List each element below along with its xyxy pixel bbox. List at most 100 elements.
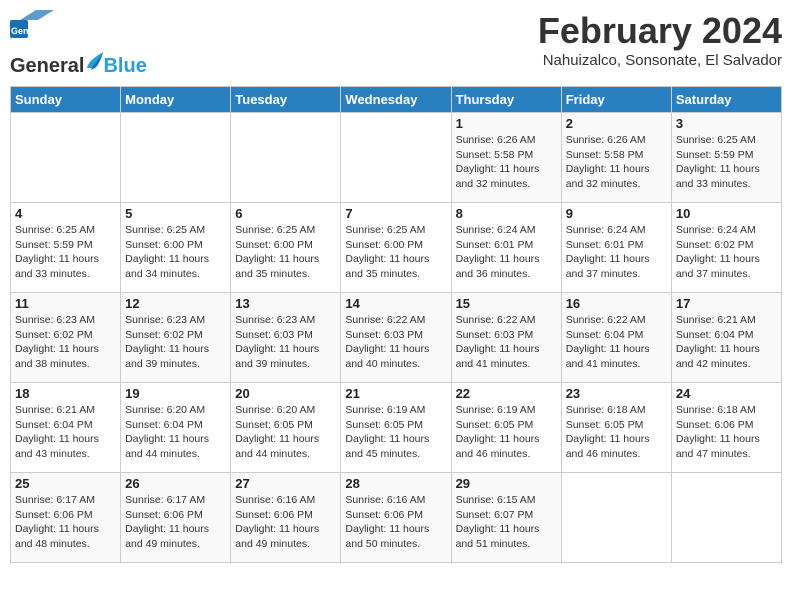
day-number: 7: [345, 206, 446, 221]
weekday-header-tuesday: Tuesday: [231, 87, 341, 113]
calendar-cell: [671, 473, 781, 563]
day-info: Sunrise: 6:19 AM Sunset: 6:05 PM Dayligh…: [456, 403, 557, 462]
calendar-cell: 8Sunrise: 6:24 AM Sunset: 6:01 PM Daylig…: [451, 203, 561, 293]
weekday-header-thursday: Thursday: [451, 87, 561, 113]
day-info: Sunrise: 6:24 AM Sunset: 6:02 PM Dayligh…: [676, 223, 777, 282]
calendar-cell: 11Sunrise: 6:23 AM Sunset: 6:02 PM Dayli…: [11, 293, 121, 383]
day-number: 12: [125, 296, 226, 311]
logo-bird-icon: [85, 50, 103, 72]
calendar-cell: 5Sunrise: 6:25 AM Sunset: 6:00 PM Daylig…: [121, 203, 231, 293]
calendar-cell: 9 Sunrise: 6:24 AM Sunset: 6:01 PM Daylig…: [561, 203, 671, 293]
calendar-cell: 15 Sunrise: 6:22 AM Sunset: 6:03 PM Dayli…: [451, 293, 561, 383]
day-number: 25: [15, 476, 116, 491]
week-row-4: 18 Sunrise: 6:21 AM Sunset: 6:04 PM Dayli…: [11, 383, 782, 473]
week-row-5: 25 Sunrise: 6:17 AM Sunset: 6:06 PM Dayli…: [11, 473, 782, 563]
day-number: 27: [235, 476, 336, 491]
calendar-cell: 7 Sunrise: 6:25 AM Sunset: 6:00 PM Daylig…: [341, 203, 451, 293]
day-number: 5: [125, 206, 226, 221]
day-number: 20: [235, 386, 336, 401]
location: Nahuizalco, Sonsonate, El Salvador: [538, 52, 782, 69]
calendar-cell: 25Sunrise: 6:17 AM Sunset: 6:06 PM Dayli…: [11, 473, 121, 563]
week-row-1: 1Sunrise: 6:26 AM Sunset: 5:58 PM Daylig…: [11, 113, 782, 203]
day-number: 22: [456, 386, 557, 401]
calendar-cell: 14 Sunrise: 6:22 AM Sunset: 6:03 PM Dayli…: [341, 293, 451, 383]
week-row-3: 11 Sunrise: 6:23 AM Sunset: 6:02 PM Dayli…: [11, 293, 782, 383]
calendar-cell: 16Sunrise: 6:22 AM Sunset: 6:04 PM Dayli…: [561, 293, 671, 383]
day-number: 24: [676, 386, 777, 401]
calendar-cell: [561, 473, 671, 563]
day-number: 29: [456, 476, 557, 491]
calendar-cell: [341, 113, 451, 203]
calendar-cell: 4 Sunrise: 6:25 AM Sunset: 5:59 PM Daylig…: [11, 203, 121, 293]
day-number: 14: [345, 296, 446, 311]
calendar-cell: 10 Sunrise: 6:24 AM Sunset: 6:02 PM Dayli…: [671, 203, 781, 293]
calendar-cell: 18 Sunrise: 6:21 AM Sunset: 6:04 PM Dayli…: [11, 383, 121, 473]
calendar-cell: 6Sunrise: 6:25 AM Sunset: 6:00 PM Daylig…: [231, 203, 341, 293]
page-header: General General Blue February 2024 Nahui…: [10, 10, 782, 78]
calendar-cell: 1Sunrise: 6:26 AM Sunset: 5:58 PM Daylig…: [451, 113, 561, 203]
day-info: Sunrise: 6:16 AM Sunset: 6:06 PM Dayligh…: [345, 493, 446, 552]
day-number: 13: [235, 296, 336, 311]
calendar-cell: 13 Sunrise: 6:23 AM Sunset: 6:03 PM Dayli…: [231, 293, 341, 383]
day-number: 18: [15, 386, 116, 401]
calendar-cell: 17 Sunrise: 6:21 AM Sunset: 6:04 PM Dayli…: [671, 293, 781, 383]
day-number: 28: [345, 476, 446, 491]
day-info: Sunrise: 6:21 AM Sunset: 6:04 PM Dayligh…: [676, 313, 777, 372]
day-info: Sunrise: 6:25 AM Sunset: 6:00 PM Dayligh…: [235, 223, 336, 282]
weekday-header-sunday: Sunday: [11, 87, 121, 113]
day-info: Sunrise: 6:24 AM Sunset: 6:01 PM Dayligh…: [566, 223, 667, 282]
day-number: 11: [15, 296, 116, 311]
calendar-cell: 29 Sunrise: 6:15 AM Sunset: 6:07 PM Dayli…: [451, 473, 561, 563]
weekday-header-monday: Monday: [121, 87, 231, 113]
calendar-table: SundayMondayTuesdayWednesdayThursdayFrid…: [10, 86, 782, 563]
logo-general: General: [10, 55, 84, 78]
day-number: 21: [345, 386, 446, 401]
logo: General General Blue: [10, 10, 147, 78]
day-info: Sunrise: 6:25 AM Sunset: 6:00 PM Dayligh…: [345, 223, 446, 282]
day-info: Sunrise: 6:17 AM Sunset: 6:06 PM Dayligh…: [125, 493, 226, 552]
day-info: Sunrise: 6:20 AM Sunset: 6:04 PM Dayligh…: [125, 403, 226, 462]
day-number: 4: [15, 206, 116, 221]
day-info: Sunrise: 6:23 AM Sunset: 6:03 PM Dayligh…: [235, 313, 336, 372]
calendar-cell: 26 Sunrise: 6:17 AM Sunset: 6:06 PM Dayli…: [121, 473, 231, 563]
day-number: 23: [566, 386, 667, 401]
day-info: Sunrise: 6:22 AM Sunset: 6:03 PM Dayligh…: [456, 313, 557, 372]
day-info: Sunrise: 6:19 AM Sunset: 6:05 PM Dayligh…: [345, 403, 446, 462]
calendar-cell: 3Sunrise: 6:25 AM Sunset: 5:59 PM Daylig…: [671, 113, 781, 203]
day-number: 10: [676, 206, 777, 221]
day-number: 19: [125, 386, 226, 401]
svg-text:General: General: [11, 26, 45, 36]
day-info: Sunrise: 6:26 AM Sunset: 5:58 PM Dayligh…: [456, 133, 557, 192]
day-info: Sunrise: 6:21 AM Sunset: 6:04 PM Dayligh…: [15, 403, 116, 462]
calendar-cell: [121, 113, 231, 203]
day-info: Sunrise: 6:16 AM Sunset: 6:06 PM Dayligh…: [235, 493, 336, 552]
day-info: Sunrise: 6:23 AM Sunset: 6:02 PM Dayligh…: [125, 313, 226, 372]
logo-blue: Blue: [103, 55, 146, 78]
day-info: Sunrise: 6:24 AM Sunset: 6:01 PM Dayligh…: [456, 223, 557, 282]
calendar-cell: 23 Sunrise: 6:18 AM Sunset: 6:05 PM Dayli…: [561, 383, 671, 473]
day-number: 17: [676, 296, 777, 311]
calendar-cell: 24 Sunrise: 6:18 AM Sunset: 6:06 PM Dayli…: [671, 383, 781, 473]
logo-icon: General: [10, 10, 54, 50]
day-info: Sunrise: 6:15 AM Sunset: 6:07 PM Dayligh…: [456, 493, 557, 552]
calendar-cell: [11, 113, 121, 203]
weekday-header-saturday: Saturday: [671, 87, 781, 113]
day-number: 15: [456, 296, 557, 311]
day-info: Sunrise: 6:18 AM Sunset: 6:06 PM Dayligh…: [676, 403, 777, 462]
week-row-2: 4 Sunrise: 6:25 AM Sunset: 5:59 PM Daylig…: [11, 203, 782, 293]
day-info: Sunrise: 6:22 AM Sunset: 6:03 PM Dayligh…: [345, 313, 446, 372]
day-number: 26: [125, 476, 226, 491]
day-number: 3: [676, 116, 777, 131]
day-number: 2: [566, 116, 667, 131]
calendar-cell: 12 Sunrise: 6:23 AM Sunset: 6:02 PM Dayli…: [121, 293, 231, 383]
month-title: February 2024: [538, 10, 782, 52]
day-number: 9: [566, 206, 667, 221]
day-info: Sunrise: 6:25 AM Sunset: 5:59 PM Dayligh…: [15, 223, 116, 282]
weekday-header-wednesday: Wednesday: [341, 87, 451, 113]
calendar-cell: [231, 113, 341, 203]
calendar-cell: 20Sunrise: 6:20 AM Sunset: 6:05 PM Dayli…: [231, 383, 341, 473]
calendar-cell: 21 Sunrise: 6:19 AM Sunset: 6:05 PM Dayli…: [341, 383, 451, 473]
day-info: Sunrise: 6:26 AM Sunset: 5:58 PM Dayligh…: [566, 133, 667, 192]
weekday-header-friday: Friday: [561, 87, 671, 113]
day-info: Sunrise: 6:18 AM Sunset: 6:05 PM Dayligh…: [566, 403, 667, 462]
